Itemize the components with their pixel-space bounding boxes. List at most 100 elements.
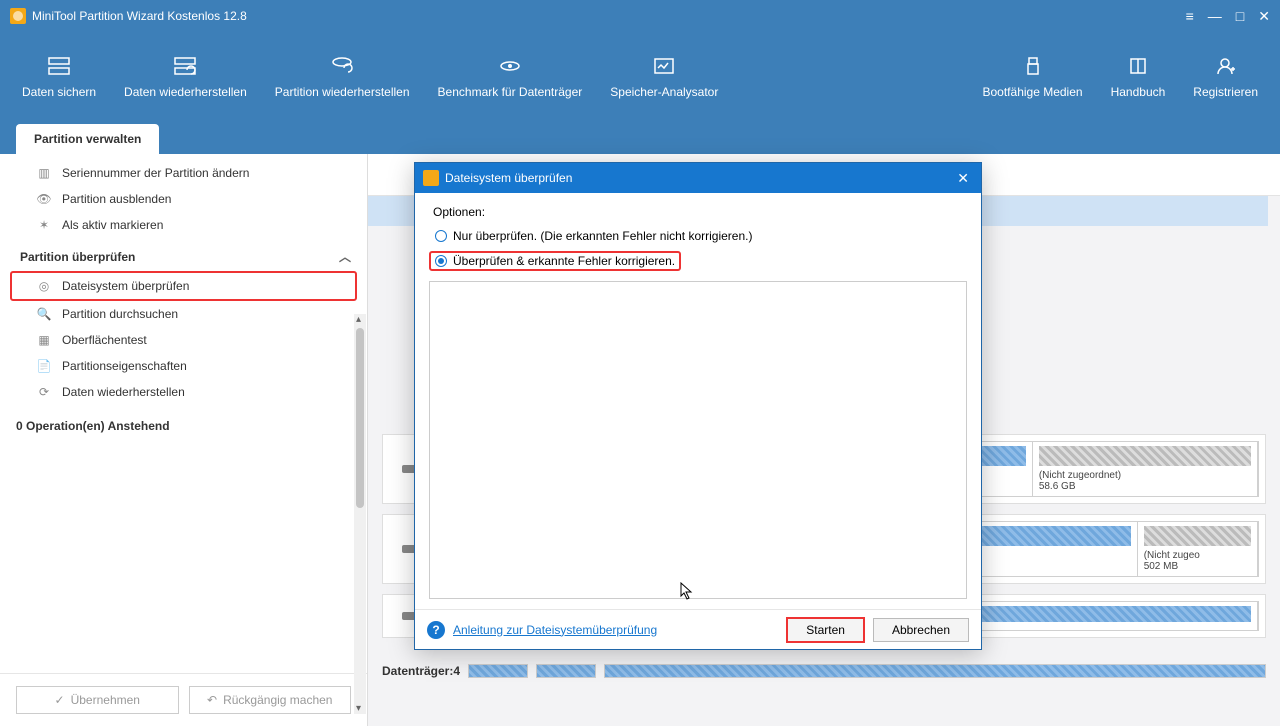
toolbar-label: Speicher-Analysator <box>610 85 718 99</box>
chevron-up-icon[interactable]: ▴ <box>356 314 361 325</box>
seg-title: (Nicht zugeo <box>1144 550 1251 561</box>
app-icon <box>423 170 439 186</box>
sidebar-item-label: Partition durchsuchen <box>62 307 178 321</box>
apply-button[interactable]: ✓ Übernehmen <box>16 686 179 714</box>
close-icon[interactable]: ✕ <box>1258 8 1270 25</box>
sidebar-item-label: Oberflächentest <box>62 333 147 347</box>
app-title: MiniTool Partition Wizard Kostenlos 12.8 <box>32 9 247 23</box>
backup-icon <box>46 55 72 77</box>
toolbar-label: Daten sichern <box>22 85 96 99</box>
seg-size: 58.6 GB <box>1039 481 1251 492</box>
sidebar-item-surface[interactable]: ▦ Oberflächentest <box>0 327 367 353</box>
check-filesystem-dialog: Dateisystem überprüfen ✕ Optionen: Nur ü… <box>414 162 982 650</box>
tab-partition-manage[interactable]: Partition verwalten <box>16 124 159 154</box>
barcode-icon: ▥ <box>36 166 52 180</box>
disk-segment-unallocated[interactable]: (Nicht zugeordnet) 58.6 GB <box>1033 442 1258 496</box>
sidebar-item-explore[interactable]: 🔍 Partition durchsuchen <box>0 301 367 327</box>
sidebar-group-check[interactable]: Partition überprüfen ︿ <box>0 238 367 271</box>
toolbar-partition-recovery[interactable]: Partition wiederherstellen <box>261 49 424 105</box>
radio-label: Nur überprüfen. (Die erkannten Fehler ni… <box>453 229 752 243</box>
app-icon <box>10 8 26 24</box>
toolbar-analyzer[interactable]: Speicher-Analysator <box>596 49 732 105</box>
toolbar-recovery[interactable]: Daten wiederherstellen <box>110 49 261 105</box>
partition-recovery-icon <box>329 55 355 77</box>
disk-footer: Datenträger:4 <box>382 664 1266 678</box>
properties-icon: 📄 <box>36 359 52 373</box>
recovery-icon <box>172 55 198 77</box>
undo-button[interactable]: ↶ Rückgängig machen <box>189 686 352 714</box>
options-label: Optionen: <box>429 203 967 221</box>
toolbar-register[interactable]: Registrieren <box>1179 49 1272 105</box>
toolbar-label: Bootfähige Medien <box>983 85 1083 99</box>
seg-size: 502 MB <box>1144 561 1251 572</box>
chevron-down-icon[interactable]: ▾ <box>356 703 361 714</box>
tabstrip: Partition verwalten <box>0 122 1280 154</box>
dialog-footer: ? Anleitung zur Dateisystemüberprüfung S… <box>415 609 981 649</box>
toolbar-bootable[interactable]: Bootfähige Medien <box>969 49 1097 105</box>
mini-seg <box>536 664 596 678</box>
help-link[interactable]: Anleitung zur Dateisystemüberprüfung <box>453 623 657 637</box>
sidebar-item-label: Als aktiv markieren <box>62 218 163 232</box>
sidebar-item-label: Seriennummer der Partition ändern <box>62 166 249 180</box>
sidebar-item-label: Partitionseigenschaften <box>62 359 187 373</box>
benchmark-icon <box>497 55 523 77</box>
search-icon: 🔍 <box>36 307 52 321</box>
sidebar-group-label: Partition überprüfen <box>20 250 135 264</box>
active-icon: ✶ <box>36 218 52 232</box>
minimize-icon[interactable]: — <box>1208 8 1222 25</box>
check-fs-icon: ◎ <box>36 279 52 293</box>
sidebar-item-label: Daten wiederherstellen <box>62 385 185 399</box>
disk-segment-unallocated[interactable]: (Nicht zugeo 502 MB <box>1138 522 1258 576</box>
disk-footer-label: Datenträger:4 <box>382 664 460 678</box>
analyzer-icon <box>651 55 677 77</box>
radio-label: Überprüfen & erkannte Fehler korrigieren… <box>453 254 675 268</box>
toolbar-benchmark[interactable]: Benchmark für Datenträger <box>424 49 597 105</box>
mini-seg <box>604 664 1266 678</box>
dialog-output-area <box>429 281 967 599</box>
sidebar-item-label: Partition ausblenden <box>62 192 171 206</box>
sidebar-item-properties[interactable]: 📄 Partitionseigenschaften <box>0 353 367 379</box>
toolbar-label: Benchmark für Datenträger <box>438 85 583 99</box>
cancel-button[interactable]: Abbrechen <box>873 618 969 642</box>
sidebar-item-hide[interactable]: 👁 Partition ausblenden <box>0 186 367 212</box>
apply-label: Übernehmen <box>71 693 140 707</box>
book-icon <box>1125 55 1151 77</box>
sidebar-item-active[interactable]: ✶ Als aktiv markieren <box>0 212 367 238</box>
user-add-icon <box>1213 55 1239 77</box>
dialog-title: Dateisystem überprüfen <box>445 171 572 185</box>
check-icon: ✓ <box>55 693 65 707</box>
toolbar-label: Daten wiederherstellen <box>124 85 247 99</box>
scrollbar-thumb[interactable] <box>356 328 364 508</box>
dialog-body: Optionen: Nur überprüfen. (Die erkannten… <box>415 193 981 609</box>
sidebar-item-recover[interactable]: ⟳ Daten wiederherstellen <box>0 379 367 405</box>
help-icon[interactable]: ? <box>427 621 445 639</box>
undo-icon: ↶ <box>207 693 217 707</box>
start-button[interactable]: Starten <box>786 617 865 643</box>
seg-title: (Nicht zugeordnet) <box>1039 470 1251 481</box>
sidebar-footer: ✓ Übernehmen ↶ Rückgängig machen <box>0 673 367 726</box>
sidebar-item-label: Dateisystem überprüfen <box>62 279 189 293</box>
recover-icon: ⟳ <box>36 385 52 399</box>
usb-icon <box>1020 55 1046 77</box>
sidebar-scrollbar[interactable]: ▴ ▾ <box>354 314 366 714</box>
undo-label: Rückgängig machen <box>223 693 332 707</box>
sidebar-item-check-fs[interactable]: ◎ Dateisystem überprüfen <box>10 271 357 301</box>
toolbar-backup[interactable]: Daten sichern <box>8 49 110 105</box>
radio-check-only[interactable]: Nur überprüfen. (Die erkannten Fehler ni… <box>429 227 967 245</box>
toolbar-manual[interactable]: Handbuch <box>1097 49 1180 105</box>
maximize-icon[interactable]: □ <box>1236 8 1244 25</box>
menu-icon[interactable]: ≡ <box>1186 8 1194 25</box>
close-icon[interactable]: ✕ <box>953 170 973 187</box>
surface-icon: ▦ <box>36 333 52 347</box>
sidebar: ▥ Seriennummer der Partition ändern 👁 Pa… <box>0 154 368 726</box>
chevron-up-icon: ︿ <box>339 248 351 265</box>
toolbar-label: Registrieren <box>1193 85 1258 99</box>
radio-check-fix[interactable]: Überprüfen & erkannte Fehler korrigieren… <box>429 251 681 271</box>
dialog-titlebar: Dateisystem überprüfen ✕ <box>415 163 981 193</box>
sidebar-item-serial[interactable]: ▥ Seriennummer der Partition ändern <box>0 160 367 186</box>
mini-seg <box>468 664 528 678</box>
sidebar-list: ▥ Seriennummer der Partition ändern 👁 Pa… <box>0 154 367 673</box>
toolbar-label: Partition wiederherstellen <box>275 85 410 99</box>
cursor-icon <box>680 582 694 600</box>
radio-icon <box>435 230 447 242</box>
